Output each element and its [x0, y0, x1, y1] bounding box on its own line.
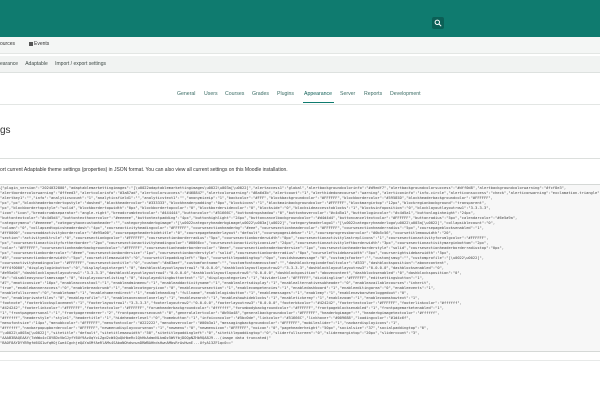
json-line: "px","coursesectionactivityfurtherborder…: [0, 241, 489, 245]
json-line: "en","enableprivatefiles":"0","enablepro…: [0, 296, 420, 300]
json-line: "column":"0","collapsedtopicsheaderdash"…: [0, 226, 484, 230]
breadcrumb-item[interactable]: Import / export settings: [55, 61, 106, 67]
breadcrumb-bar: earance Adaptable Import / export settin…: [0, 56, 600, 73]
tab-general[interactable]: General: [177, 91, 195, 97]
json-line: "courseactivityheadingcolor":"#FFFFFF","…: [0, 261, 449, 265]
json-line: "menufontsize":"14px","menubkcolor":"#FF…: [0, 321, 400, 325]
tabs-divider: [0, 104, 600, 105]
divider: [0, 158, 600, 159]
breadcrumb: earance Adaptable Import / export settin…: [0, 61, 112, 67]
json-line: "#c":"disableasyncurlsmessage":"0","disp…: [0, 276, 425, 280]
tab-server[interactable]: Server: [340, 91, 355, 97]
divider: [0, 360, 600, 361]
json-line: "#ffffff","navbarpopupbordercolor":"#FFF…: [0, 326, 429, 330]
json-line: "#ffffff","headerstyle":"style1","header…: [0, 316, 411, 320]
json-line: "AAAB3BAQEAAY(TxWWx4cC8Y8DcVbGJyfY6Uf9Az…: [0, 336, 271, 340]
json-line: "#ff4f0000","displayloginbutton":"0","di…: [0, 266, 445, 270]
json-line: "#e95a04","dashblocklayoutlayoutrow1":"3…: [0, 271, 462, 275]
json-line: "BAOF8AYDYYB9gfd6GG1wfqHOjCwe4CgchjeQAYa…: [0, 341, 234, 345]
tab-development[interactable]: Development: [390, 91, 421, 97]
json-line: "#5","coursesectionborderwidth":"5px","c…: [0, 256, 484, 260]
tab-grades[interactable]: Grades: [252, 91, 269, 97]
nav-item-events[interactable]: Events: [29, 41, 49, 47]
json-line: "#7","emoticonsize":"16px","enableaccess…: [0, 281, 431, 285]
tab-users[interactable]: Users: [204, 91, 218, 97]
tab-appearance[interactable]: Appearance: [304, 91, 332, 97]
json-line: "buttontextcolor":"#c4d5d4","buttontexth…: [0, 216, 518, 220]
json-line: "categorymenu":"#eeeeee","categoryhavecu…: [0, 221, 496, 225]
active-tab-indicator: [303, 102, 334, 103]
json-line: "#ff0000","courseaddactivitybordercolor"…: [0, 231, 453, 235]
search-icon: [434, 19, 442, 27]
json-line: {"plugin_version":"2024032800","adaptabl…: [0, 186, 567, 190]
breadcrumb-item[interactable]: Adaptable: [25, 61, 48, 67]
json-line: "enablefullscreen":"0","enablehome":"1",…: [0, 291, 409, 295]
json-line: "section":"activityeditrule":"0","course…: [0, 236, 489, 240]
json-line: "\u0022\u003a[\u0022]","sitetitle":"defa…: [0, 331, 420, 335]
json-line: "px","px","blockheaderbordertopstyle":"d…: [0, 201, 487, 205]
json-line: "alertbordercolorwarning":"#ffeed3","ale…: [0, 191, 600, 195]
secondary-nav: ources Events: [0, 37, 600, 54]
json-settings-textarea[interactable]: {"plugin_version":"2024032800","adaptabl…: [0, 184, 600, 352]
json-line: "alertkey1":"","info":"analyticscount":"…: [0, 196, 493, 200]
nav-item-resources[interactable]: ources: [0, 41, 15, 47]
json-line: "color":"#FFFFFF","coursesectionheaderba…: [0, 246, 504, 250]
tab-reports[interactable]: Reports: [364, 91, 382, 97]
tab-courses[interactable]: Courses: [225, 91, 244, 97]
calendar-icon: [29, 41, 33, 46]
json-line: "1","frontpagepersonal":"1","frontpagere…: [0, 311, 440, 315]
tab-plugins[interactable]: Plugins: [277, 91, 294, 97]
page-title: gs: [0, 125, 11, 136]
json-line: "#424242","footerlinkcolor":"#FFFFFF","f…: [0, 306, 445, 310]
json-line: "px","blockbordertopstyle":"solid","bloc…: [0, 206, 491, 210]
json-line: "footnote","footerblocksplacement":"1","…: [0, 301, 462, 305]
json-line: "px","coursesectionbordercolor":"#eee","…: [0, 251, 451, 255]
json-line: "icon":"icon","breadcrumbseparator":"ang…: [0, 211, 476, 215]
settings-description: ort current Adaptable theme settings (pr…: [0, 167, 288, 173]
json-line: "true","enablebanneraccess":"0","enableb…: [0, 286, 436, 290]
search-button[interactable]: [432, 17, 444, 29]
breadcrumb-item[interactable]: earance: [0, 61, 18, 67]
